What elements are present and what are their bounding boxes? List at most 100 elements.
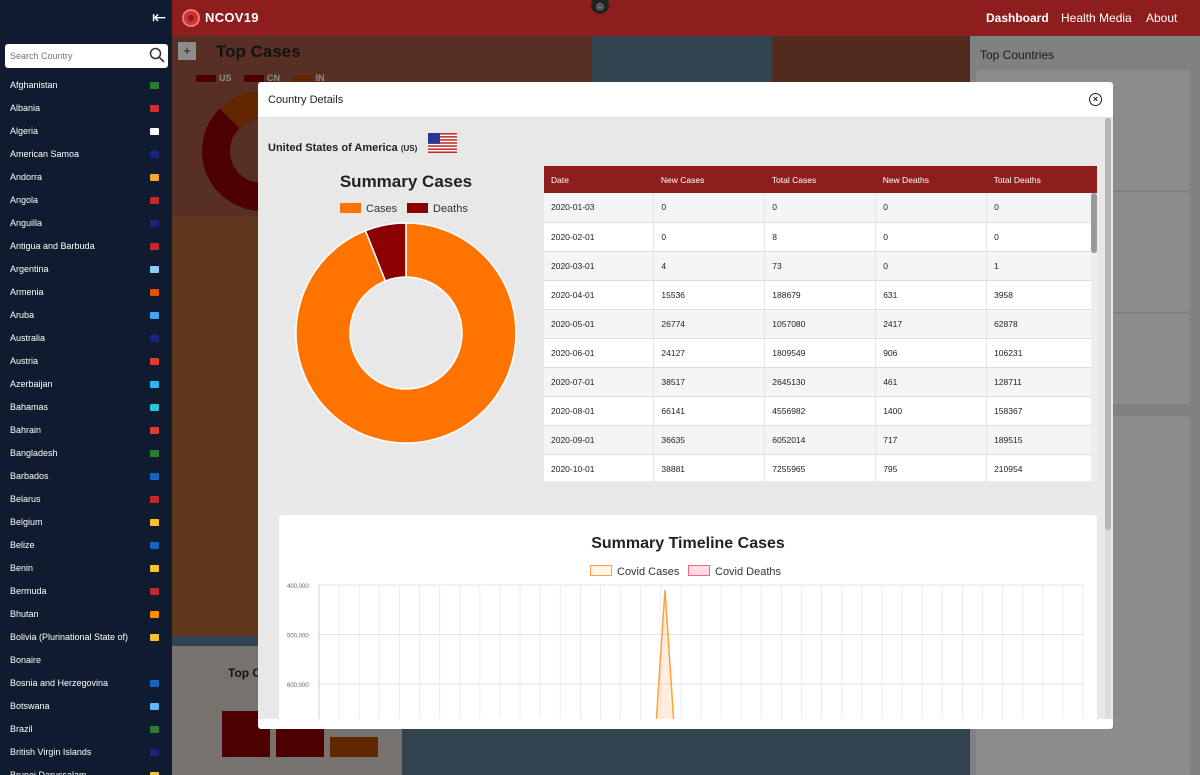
country-list-label: Armenia: [10, 287, 44, 297]
country-flag-icon: [150, 450, 159, 457]
camera-notch-icon: ◎: [591, 0, 609, 14]
table-cell: 1057080: [764, 309, 877, 338]
country-list-item[interactable]: Angola: [0, 189, 172, 212]
country-list-item[interactable]: Bonaire: [0, 649, 172, 672]
country-list-label: Bahamas: [10, 402, 49, 412]
country-list-item[interactable]: Bangladesh: [0, 442, 172, 465]
country-flag-icon: [150, 335, 159, 342]
country-list-item[interactable]: Afghanistan: [0, 74, 172, 97]
country-list-item[interactable]: Benin: [0, 557, 172, 580]
country-list-item[interactable]: Anguilla: [0, 212, 172, 235]
country-list-item[interactable]: Albania: [0, 97, 172, 120]
country-details-modal: Country Details × United States of Ameri…: [258, 82, 1113, 729]
table-cell: 2020-07-01: [544, 367, 655, 396]
table-cell: 0: [875, 251, 988, 280]
country-list-item[interactable]: Bolivia (Plurinational State of): [0, 626, 172, 649]
country-list-label: Albania: [10, 103, 41, 113]
country-list-label: Bosnia and Herzegovina: [10, 678, 109, 688]
table-cell: 0: [986, 222, 1097, 251]
table-cell: 2020-06-01: [544, 338, 655, 367]
summary-timeline-chart[interactable]: 400,000 500,000 600,000: [279, 575, 1097, 719]
country-list-item[interactable]: Bosnia and Herzegovina: [0, 672, 172, 695]
table-cell: 2020-10-01: [544, 454, 655, 481]
country-list-item[interactable]: Argentina: [0, 258, 172, 281]
country-sidebar: ⇤ Afghanistan Albania Algeria American Samo…: [0, 0, 172, 775]
country-list-item[interactable]: Botswana: [0, 695, 172, 718]
table-cell: 0: [653, 222, 766, 251]
nav-dashboard-link[interactable]: Dashboard: [986, 11, 1049, 25]
table-cell: 36635: [653, 425, 766, 454]
table-cell: 795: [875, 454, 988, 481]
nav-health-media-link[interactable]: Health Media: [1061, 11, 1132, 25]
table-row: 2020-04-01 15536 188679 631 3958: [544, 280, 1097, 309]
country-list-label: Bermuda: [10, 586, 47, 596]
table-cell: 8: [764, 222, 877, 251]
country-flag-icon: [150, 312, 159, 319]
table-cell: 0: [986, 193, 1097, 222]
country-list-label: Azerbaijan: [10, 379, 53, 389]
table-cell: 461: [875, 367, 988, 396]
country-list-label: Australia: [10, 333, 46, 343]
table-cell: 188679: [764, 280, 877, 309]
table-row: 2020-02-01 0 8 0 0: [544, 222, 1097, 251]
table-cell: 2020-04-01: [544, 280, 655, 309]
country-list-item[interactable]: Bermuda: [0, 580, 172, 603]
country-list-item[interactable]: American Samoa: [0, 143, 172, 166]
table-cell: 906: [875, 338, 988, 367]
table-row: 2020-01-03 0 0 0 0: [544, 193, 1097, 222]
country-list-item[interactable]: Brunei Darussalam: [0, 764, 172, 775]
nav-about-link[interactable]: About: [1146, 11, 1177, 25]
table-cell: 24127: [653, 338, 766, 367]
country-flag-icon: [150, 105, 159, 112]
summary-timeline-card: Summary Timeline Cases Covid Cases Covid…: [279, 515, 1097, 719]
country-list-item[interactable]: Andorra: [0, 166, 172, 189]
table-cell: 2020-02-01: [544, 222, 655, 251]
country-list-item[interactable]: Bhutan: [0, 603, 172, 626]
country-list-item[interactable]: British Virgin Islands: [0, 741, 172, 764]
table-cell: 158367: [986, 396, 1097, 425]
country-flag-icon: [150, 427, 159, 434]
country-search-input[interactable]: [5, 44, 145, 68]
country-list-item[interactable]: Belarus: [0, 488, 172, 511]
country-list-item[interactable]: Brazil: [0, 718, 172, 741]
us-flag-icon: [428, 133, 457, 153]
table-header-cell: New Cases: [660, 174, 705, 185]
table-scrollbar[interactable]: [1091, 193, 1097, 481]
summary-legend-deaths[interactable]: Deaths: [407, 203, 468, 215]
country-list-item[interactable]: Bahamas: [0, 396, 172, 419]
modal-scrollbar-thumb[interactable]: [1105, 118, 1111, 530]
collapse-sidebar-icon[interactable]: ⇤: [152, 8, 166, 28]
country-list-label: Belarus: [10, 494, 41, 504]
search-icon[interactable]: [149, 47, 165, 63]
country-list-item[interactable]: Belgium: [0, 511, 172, 534]
close-modal-button[interactable]: ×: [1089, 93, 1102, 106]
country-list-item[interactable]: Australia: [0, 327, 172, 350]
table-cell: 38881: [653, 454, 766, 481]
table-cell: 0: [764, 193, 877, 222]
table-cell: 1: [986, 251, 1097, 280]
country-list-item[interactable]: Azerbaijan: [0, 373, 172, 396]
summary-cases-donut-chart[interactable]: [294, 221, 518, 445]
modal-scrollbar[interactable]: [1105, 118, 1111, 719]
country-list-item[interactable]: Aruba: [0, 304, 172, 327]
summary-legend-cases[interactable]: Cases: [340, 203, 397, 215]
country-name-text: United States of America: [268, 142, 398, 154]
country-list-item[interactable]: Algeria: [0, 120, 172, 143]
table-row: 2020-10-01 38881 7255965 795 210954: [544, 454, 1097, 481]
table-scrollbar-thumb[interactable]: [1091, 193, 1097, 253]
covid-cases-series[interactable]: [655, 589, 675, 719]
table-body: 2020-01-03 0 0 0 0 2020-02-01 0 8 0 0 2020-03-01 4 7…: [544, 193, 1097, 481]
table-row: 2020-03-01 4 73 0 1: [544, 251, 1097, 280]
table-header-cell: Total Deaths: [993, 174, 1041, 185]
country-list-item[interactable]: Bahrain: [0, 419, 172, 442]
country-list-label: Barbados: [10, 471, 49, 481]
table-cell: 128711: [986, 367, 1097, 396]
country-list-item[interactable]: Austria: [0, 350, 172, 373]
country-list-item[interactable]: Armenia: [0, 281, 172, 304]
country-list-item[interactable]: Barbados: [0, 465, 172, 488]
country-list-item[interactable]: Belize: [0, 534, 172, 557]
table-cell: 3958: [986, 280, 1097, 309]
country-flag-icon: [150, 128, 159, 135]
country-list-item[interactable]: Antigua and Barbuda: [0, 235, 172, 258]
country-flag-icon: [150, 565, 159, 572]
